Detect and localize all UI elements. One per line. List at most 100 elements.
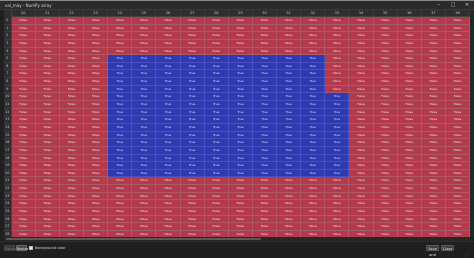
- cell-false[interactable]: False: [228, 17, 253, 25]
- cell-true[interactable]: True: [132, 55, 157, 63]
- cell-false[interactable]: False: [252, 47, 278, 56]
- cell-false[interactable]: False: [35, 93, 60, 102]
- cell-false[interactable]: False: [421, 223, 446, 231]
- cell-false[interactable]: False: [156, 39, 181, 48]
- cell-false[interactable]: False: [397, 85, 422, 94]
- cell-false[interactable]: False: [35, 32, 60, 40]
- cell-false[interactable]: False: [421, 215, 446, 224]
- cell-false[interactable]: False: [373, 131, 398, 140]
- cell-false[interactable]: False: [84, 101, 109, 109]
- cell-true[interactable]: True: [252, 116, 278, 124]
- cell-false[interactable]: False: [132, 223, 157, 231]
- cell-false[interactable]: False: [59, 93, 85, 102]
- cell-false[interactable]: False: [228, 223, 253, 231]
- cell-false[interactable]: False: [445, 123, 470, 132]
- cell-false[interactable]: False: [397, 116, 422, 124]
- cell-false[interactable]: False: [156, 32, 181, 40]
- cell-false[interactable]: False: [349, 62, 374, 71]
- cell-true[interactable]: True: [301, 169, 326, 178]
- cell-false[interactable]: False: [277, 208, 302, 216]
- cell-true[interactable]: True: [156, 93, 181, 102]
- cell-false[interactable]: False: [421, 146, 446, 155]
- cell-false[interactable]: False: [204, 32, 229, 40]
- cell-false[interactable]: False: [228, 200, 253, 209]
- cell-false[interactable]: False: [11, 162, 36, 170]
- cell-true[interactable]: True: [108, 93, 133, 102]
- cell-false[interactable]: False: [11, 85, 36, 94]
- cell-true[interactable]: True: [156, 116, 181, 124]
- cell-false[interactable]: False: [156, 24, 181, 33]
- cell-false[interactable]: False: [59, 177, 85, 186]
- cell-true[interactable]: True: [301, 139, 326, 147]
- cell-false[interactable]: False: [59, 17, 85, 25]
- cell-false[interactable]: False: [156, 192, 181, 201]
- cell-false[interactable]: False: [373, 85, 398, 94]
- cell-false[interactable]: False: [445, 146, 470, 155]
- cell-true[interactable]: True: [132, 62, 157, 71]
- cell-false[interactable]: False: [397, 139, 422, 147]
- cell-false[interactable]: False: [84, 70, 109, 79]
- cell-false[interactable]: False: [301, 208, 326, 216]
- cell-false[interactable]: False: [132, 208, 157, 216]
- cell-true[interactable]: True: [228, 146, 253, 155]
- cell-false[interactable]: False: [445, 162, 470, 170]
- cell-false[interactable]: False: [277, 215, 302, 224]
- cell-false[interactable]: False: [11, 192, 36, 201]
- cell-false[interactable]: False: [132, 39, 157, 48]
- cell-false[interactable]: False: [108, 24, 133, 33]
- cell-false[interactable]: False: [421, 200, 446, 209]
- cell-false[interactable]: False: [204, 177, 229, 186]
- cell-true[interactable]: True: [228, 154, 253, 163]
- cell-false[interactable]: False: [325, 39, 350, 48]
- cell-false[interactable]: False: [180, 47, 205, 56]
- cell-false[interactable]: False: [84, 39, 109, 48]
- cell-false[interactable]: False: [84, 169, 109, 178]
- format-button[interactable]: Format: [4, 245, 17, 251]
- cell-true[interactable]: True: [252, 162, 278, 170]
- cell-false[interactable]: False: [349, 47, 374, 56]
- cell-true[interactable]: True: [204, 108, 229, 117]
- cell-false[interactable]: False: [397, 131, 422, 140]
- cell-false[interactable]: False: [421, 185, 446, 193]
- cell-true[interactable]: True: [252, 131, 278, 140]
- cell-false[interactable]: False: [252, 215, 278, 224]
- cell-false[interactable]: False: [397, 208, 422, 216]
- cell-false[interactable]: False: [301, 17, 326, 25]
- cell-false[interactable]: False: [421, 139, 446, 147]
- cell-false[interactable]: False: [373, 123, 398, 132]
- cell-false[interactable]: False: [421, 101, 446, 109]
- cell-false[interactable]: False: [301, 223, 326, 231]
- cell-true[interactable]: True: [301, 85, 326, 94]
- cell-true[interactable]: True: [277, 78, 302, 86]
- cell-true[interactable]: True: [180, 101, 205, 109]
- cell-false[interactable]: False: [84, 47, 109, 56]
- cell-false[interactable]: False: [349, 70, 374, 79]
- cell-true[interactable]: True: [301, 146, 326, 155]
- cell-false[interactable]: False: [397, 154, 422, 163]
- cell-true[interactable]: True: [108, 108, 133, 117]
- cell-false[interactable]: False: [277, 185, 302, 193]
- cell-false[interactable]: False: [11, 39, 36, 48]
- cell-false[interactable]: False: [204, 39, 229, 48]
- cell-false[interactable]: False: [397, 185, 422, 193]
- cell-true[interactable]: True: [108, 139, 133, 147]
- cell-false[interactable]: False: [252, 32, 278, 40]
- cell-false[interactable]: False: [349, 192, 374, 201]
- cell-false[interactable]: False: [397, 70, 422, 79]
- cell-true[interactable]: True: [301, 108, 326, 117]
- cell-false[interactable]: False: [84, 208, 109, 216]
- cell-true[interactable]: True: [204, 85, 229, 94]
- cell-false[interactable]: False: [349, 85, 374, 94]
- cell-false[interactable]: False: [84, 17, 109, 25]
- cell-false[interactable]: False: [397, 223, 422, 231]
- cell-false[interactable]: False: [59, 116, 85, 124]
- cell-false[interactable]: False: [349, 185, 374, 193]
- cell-true[interactable]: True: [156, 85, 181, 94]
- cell-false[interactable]: False: [445, 24, 470, 33]
- cell-false[interactable]: False: [421, 192, 446, 201]
- cell-false[interactable]: False: [252, 223, 278, 231]
- cell-true[interactable]: True: [277, 85, 302, 94]
- cell-false[interactable]: False: [325, 70, 350, 79]
- cell-false[interactable]: False: [397, 93, 422, 102]
- cell-true[interactable]: True: [325, 123, 350, 132]
